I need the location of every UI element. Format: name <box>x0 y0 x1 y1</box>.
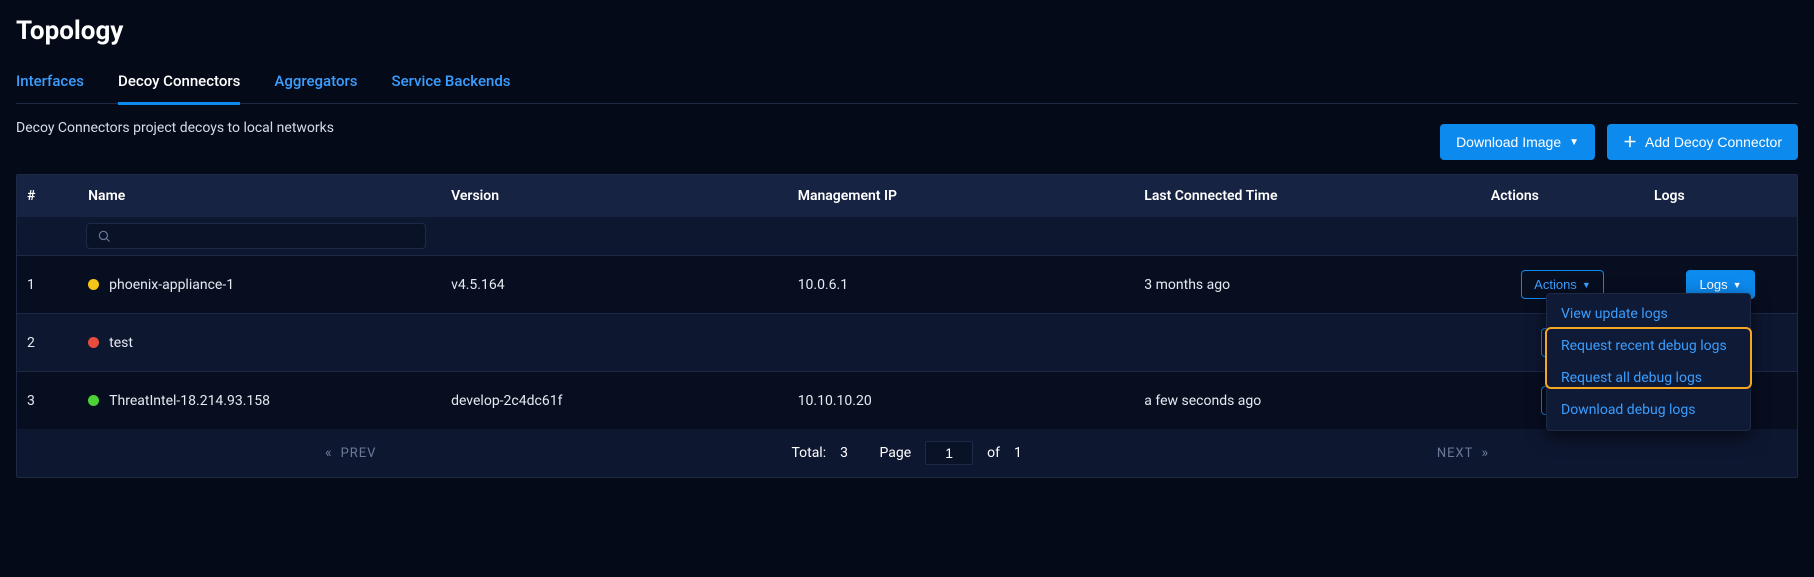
plus-icon: ＋ <box>1623 135 1637 149</box>
status-dot-icon <box>88 395 99 406</box>
tab-decoy-connectors[interactable]: Decoy Connectors <box>118 64 240 105</box>
col-header-version[interactable]: Version <box>441 175 788 217</box>
name-search-input[interactable] <box>86 223 426 249</box>
next-label: NEXT <box>1437 446 1474 461</box>
row-name: test <box>109 335 133 351</box>
table-row: 2 test Ac <box>17 314 1797 372</box>
menu-request-all-debug-logs[interactable]: Request all debug logs <box>1547 362 1750 394</box>
page-input[interactable] <box>925 441 973 465</box>
caret-down-icon: ▼ <box>1733 280 1742 290</box>
row-name: ThreatIntel-18.214.93.158 <box>109 393 270 409</box>
logs-dropdown-menu: View update logs Request recent debug lo… <box>1546 293 1751 431</box>
total-value: 3 <box>840 445 848 461</box>
tab-service-backends[interactable]: Service Backends <box>392 64 511 103</box>
caret-down-icon: ▼ <box>1569 137 1579 148</box>
menu-view-update-logs[interactable]: View update logs <box>1547 298 1750 330</box>
table-row: 3 ThreatIntel-18.214.93.158 develop-2c4d… <box>17 372 1797 430</box>
status-dot-icon <box>88 279 99 290</box>
add-connector-label: Add Decoy Connector <box>1645 134 1782 150</box>
row-num: 1 <box>17 256 78 314</box>
row-ip: 10.10.10.20 <box>788 372 1135 430</box>
table-row: 1 phoenix-appliance-1 v4.5.164 10.0.6.1 … <box>17 256 1797 314</box>
status-dot-icon <box>88 337 99 348</box>
download-image-label: Download Image <box>1456 134 1561 150</box>
next-page-button[interactable]: NEXT » <box>1437 445 1489 461</box>
caret-down-icon: ▼ <box>1582 280 1591 290</box>
row-name: phoenix-appliance-1 <box>109 277 234 293</box>
col-header-logs: Logs <box>1644 175 1797 217</box>
add-decoy-connector-button[interactable]: ＋ Add Decoy Connector <box>1607 124 1798 160</box>
row-time: 3 months ago <box>1134 256 1481 314</box>
tab-description: Decoy Connectors project decoys to local… <box>16 118 334 136</box>
row-ip <box>788 314 1135 372</box>
page-label: Page <box>879 445 911 461</box>
prev-page-button[interactable]: « PREV <box>325 445 376 461</box>
row-version: v4.5.164 <box>441 256 788 314</box>
row-time: a few seconds ago <box>1134 372 1481 430</box>
col-header-mgmt-ip[interactable]: Management IP <box>788 175 1135 217</box>
chevron-left-icon: « <box>325 445 333 461</box>
tab-interfaces[interactable]: Interfaces <box>16 64 84 103</box>
total-label: Total: <box>791 445 826 461</box>
menu-request-recent-debug-logs[interactable]: Request recent debug logs <box>1547 330 1750 362</box>
row-version: develop-2c4dc61f <box>441 372 788 430</box>
actions-label: Actions <box>1534 277 1577 292</box>
menu-download-debug-logs[interactable]: Download debug logs <box>1547 394 1750 426</box>
col-header-last-connected[interactable]: Last Connected Time <box>1134 175 1481 217</box>
col-header-num[interactable]: # <box>17 175 78 217</box>
row-version <box>441 314 788 372</box>
row-num: 3 <box>17 372 78 430</box>
col-header-name[interactable]: Name <box>78 175 441 217</box>
tab-aggregators[interactable]: Aggregators <box>274 64 357 103</box>
tab-bar: Interfaces Decoy Connectors Aggregators … <box>16 64 1798 104</box>
prev-label: PREV <box>341 446 377 461</box>
of-label: of <box>987 445 1000 461</box>
search-icon <box>97 229 111 243</box>
download-image-button[interactable]: Download Image ▼ <box>1440 124 1595 160</box>
row-ip: 10.0.6.1 <box>788 256 1135 314</box>
row-num: 2 <box>17 314 78 372</box>
of-value: 1 <box>1014 445 1022 461</box>
row-time <box>1134 314 1481 372</box>
connectors-table: # Name Version Management IP Last Connec… <box>17 175 1797 477</box>
page-title: Topology <box>16 16 1798 46</box>
connectors-table-wrap: # Name Version Management IP Last Connec… <box>16 174 1798 478</box>
col-header-actions: Actions <box>1481 175 1644 217</box>
logs-label: Logs <box>1699 277 1727 292</box>
chevron-right-icon: » <box>1481 445 1489 461</box>
